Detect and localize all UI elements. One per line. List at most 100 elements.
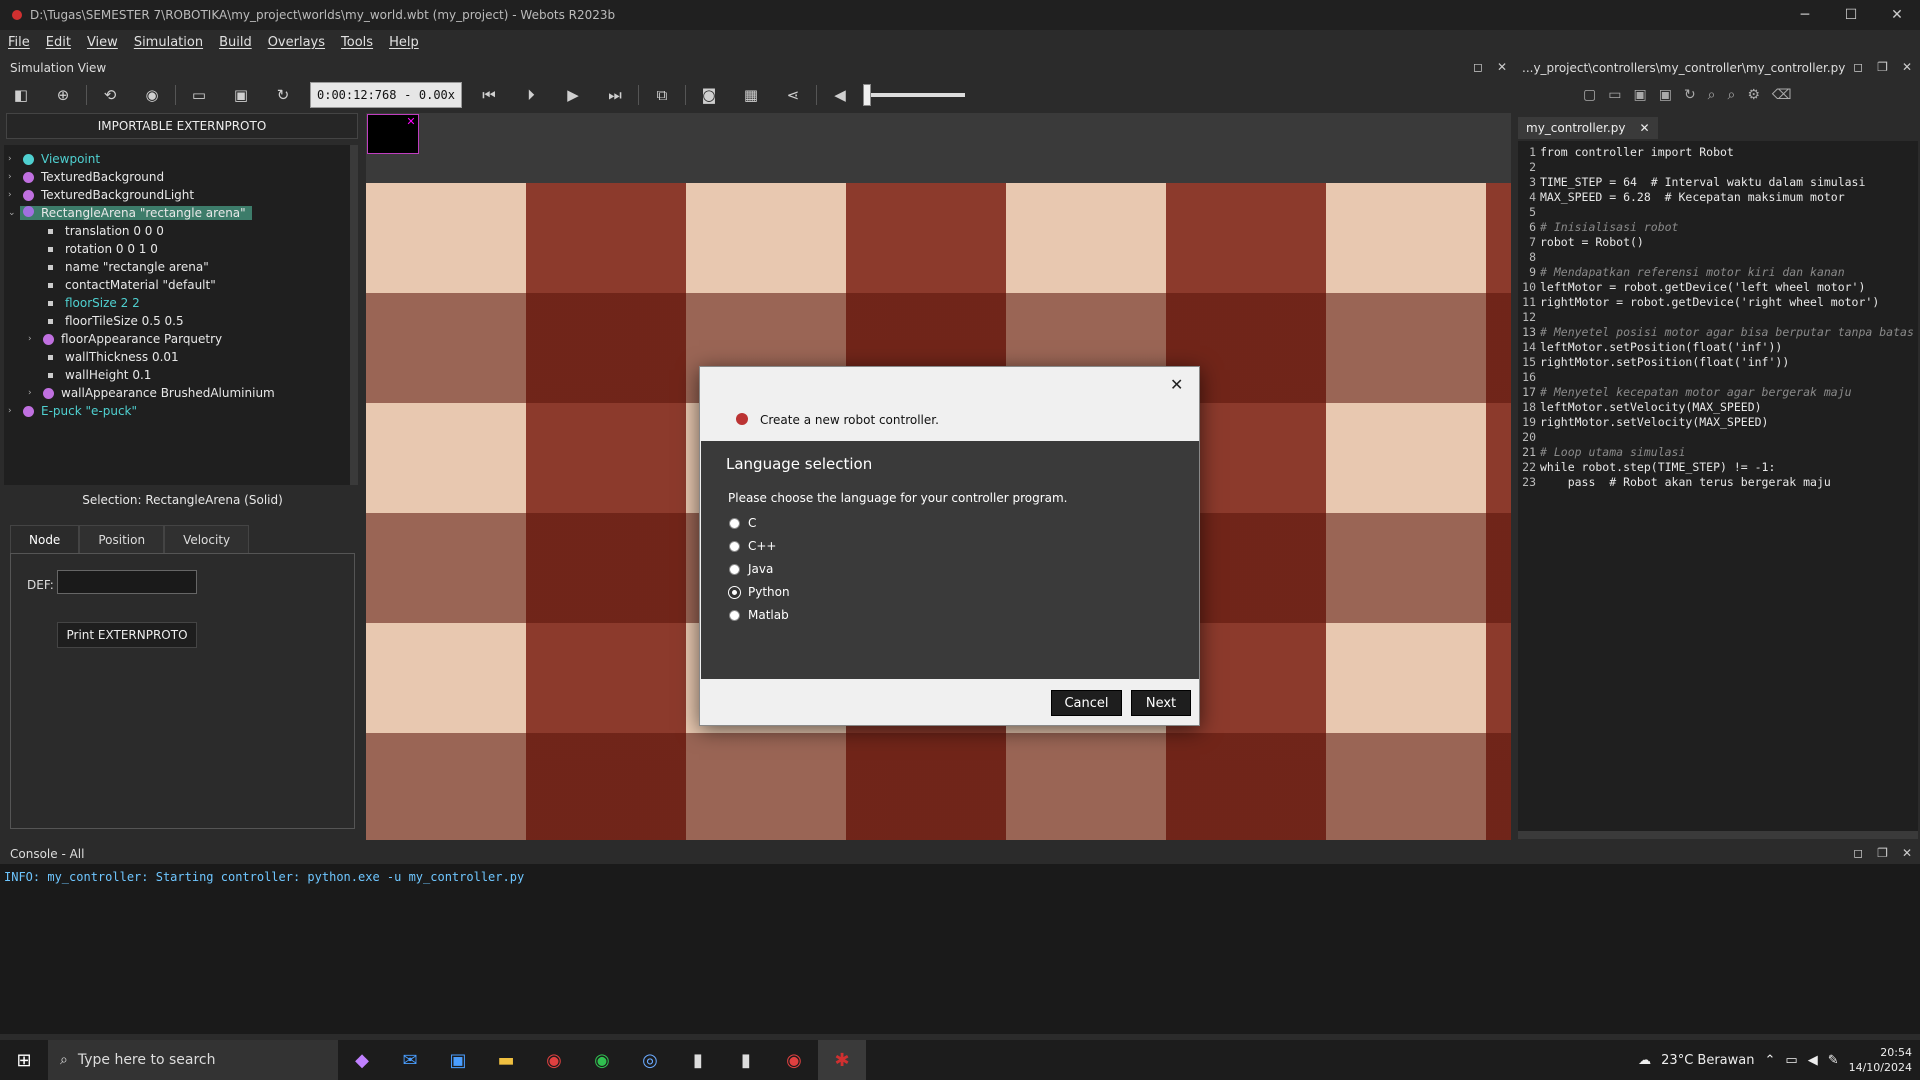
expand-arrow-icon[interactable]: › — [28, 388, 40, 398]
epic-games-icon[interactable]: ▮ — [674, 1040, 722, 1080]
rendering-toggle-icon[interactable]: ⧉ — [649, 84, 675, 106]
editor-scrollbar[interactable] — [1518, 831, 1918, 839]
step-icon[interactable]: ⏵ — [518, 84, 544, 106]
radio-matlab[interactable]: Matlab — [729, 608, 789, 622]
expand-arrow-icon[interactable]: › — [8, 190, 20, 200]
tab-position[interactable]: Position — [79, 525, 165, 553]
field-floor-size[interactable]: floorSize 2 2 — [48, 293, 140, 313]
importable-externproto-button[interactable]: IMPORTABLE EXTERNPROTO — [6, 113, 358, 139]
field-wall-height[interactable]: wallHeight 0.1 — [48, 365, 151, 385]
view-eye-icon[interactable]: ◉ — [139, 84, 165, 106]
tree-node-textured-background[interactable]: › TexturedBackground — [8, 167, 164, 187]
def-input[interactable] — [57, 570, 197, 594]
steam-icon[interactable]: ◎ — [626, 1040, 674, 1080]
field-wall-appearance[interactable]: › wallAppearance BrushedAluminium — [28, 383, 275, 403]
radio-python[interactable]: Python — [729, 585, 790, 599]
share-icon[interactable]: ⋖ — [780, 84, 806, 106]
scene-tree-scrollbar[interactable] — [350, 145, 358, 485]
collapse-arrow-icon[interactable]: ⌄ — [8, 208, 20, 218]
field-contact-material[interactable]: contactMaterial "default" — [48, 275, 216, 295]
open-world-icon[interactable]: ▭ — [186, 84, 212, 106]
expand-arrow-icon[interactable]: › — [8, 172, 20, 182]
close-panel-icon[interactable]: ✕ — [1902, 846, 1912, 860]
field-translation[interactable]: translation 0 0 0 — [48, 221, 164, 241]
movie-icon[interactable]: ▦ — [738, 84, 764, 106]
radio-indicator[interactable] — [729, 563, 740, 575]
screenshot-icon[interactable]: ◙ — [696, 84, 722, 106]
dialog-close-button[interactable]: ✕ — [1170, 375, 1183, 394]
cancel-button[interactable]: Cancel — [1051, 690, 1122, 716]
chevron-up-icon[interactable]: ⌃ — [1764, 1053, 1775, 1068]
file-explorer-icon[interactable]: ▬ — [482, 1040, 530, 1080]
close-panel-icon[interactable]: ✕ — [1497, 60, 1507, 74]
clean-icon[interactable]: ⌫ — [1772, 87, 1792, 103]
field-name[interactable]: name "rectangle arena" — [48, 257, 209, 277]
field-rotation[interactable]: rotation 0 0 1 0 — [48, 239, 158, 259]
store-icon[interactable]: ▣ — [434, 1040, 482, 1080]
radio-indicator[interactable] — [729, 609, 740, 621]
tree-node-viewpoint[interactable]: › Viewpoint — [8, 149, 100, 169]
volume-icon[interactable]: ◀ — [1808, 1053, 1818, 1068]
save-file-icon[interactable]: ▣ — [1633, 87, 1646, 103]
minimize-button[interactable]: ─ — [1782, 0, 1828, 30]
tree-node-rectangle-arena[interactable]: ⌄ RectangleArena "rectangle arena" — [8, 203, 252, 223]
replace-icon[interactable]: ⌕ — [1728, 87, 1736, 103]
float-panel-icon[interactable]: ◻ — [1853, 60, 1863, 74]
weather-text[interactable]: 23°C Berawan — [1661, 1053, 1754, 1068]
chrome-profile-icon[interactable]: ◉ — [770, 1040, 818, 1080]
radio-cpp[interactable]: C++ — [729, 539, 777, 553]
menu-build[interactable]: Build — [211, 35, 260, 50]
mail-icon[interactable]: ✉ — [386, 1040, 434, 1080]
reload-world-icon[interactable]: ↻ — [270, 84, 296, 106]
reset-simulation-icon[interactable]: ⏮ — [476, 84, 502, 106]
weather-icon[interactable]: ☁ — [1638, 1053, 1651, 1068]
menu-file[interactable]: File — [0, 35, 38, 50]
radio-indicator-selected[interactable] — [729, 586, 740, 598]
pen-icon[interactable]: ✎ — [1828, 1053, 1839, 1068]
maximize-button[interactable]: ☐ — [1828, 0, 1874, 30]
next-button[interactable]: Next — [1131, 690, 1191, 716]
tree-node-textured-background-light[interactable]: › TexturedBackgroundLight — [8, 185, 194, 205]
radio-java[interactable]: Java — [729, 562, 773, 576]
start-button[interactable]: ⊞ — [0, 1040, 48, 1080]
taskbar-search[interactable]: ⌕ Type here to search — [48, 1040, 338, 1080]
toggle-scene-tree-icon[interactable]: ◧ — [8, 84, 34, 106]
tab-velocity[interactable]: Velocity — [164, 525, 250, 553]
print-externproto-button[interactable]: Print EXTERNPROTO — [57, 622, 197, 648]
close-panel-icon[interactable]: ✕ — [1902, 60, 1912, 74]
open-file-icon[interactable]: ▭ — [1608, 87, 1621, 103]
save-world-icon[interactable]: ▣ — [228, 84, 254, 106]
console-output[interactable]: INFO: my_controller: Starting controller… — [0, 864, 1920, 1034]
new-file-icon[interactable]: ▢ — [1583, 87, 1596, 103]
camera-overlay[interactable]: ✕ — [367, 114, 419, 154]
expand-arrow-icon[interactable]: › — [28, 334, 40, 344]
restore-panel-icon[interactable]: ❐ — [1877, 60, 1888, 74]
spotify-icon[interactable]: ◉ — [578, 1040, 626, 1080]
copilot-icon[interactable]: ◆ — [338, 1040, 386, 1080]
save-as-icon[interactable]: ▣ — [1659, 87, 1672, 103]
code-area[interactable]: 1 from controller import Robot 2 3 TIME_STEP… — [1518, 141, 1918, 831]
mute-icon[interactable]: ◀ — [827, 84, 853, 106]
menu-edit[interactable]: Edit — [38, 35, 79, 50]
close-overlay-icon[interactable]: ✕ — [404, 115, 418, 129]
field-floor-tile-size[interactable]: floorTileSize 0.5 0.5 — [48, 311, 184, 331]
menu-help[interactable]: Help — [381, 35, 427, 50]
editor-tab[interactable]: my_controller.py ✕ — [1518, 117, 1658, 139]
menu-view[interactable]: View — [79, 35, 126, 50]
find-icon[interactable]: ⌕ — [1708, 87, 1716, 103]
epic-games-icon-2[interactable]: ▮ — [722, 1040, 770, 1080]
float-panel-icon[interactable]: ◻ — [1853, 846, 1863, 860]
field-floor-appearance[interactable]: › floorAppearance Parquetry — [28, 329, 222, 349]
volume-slider[interactable] — [863, 84, 965, 106]
field-wall-thickness[interactable]: wallThickness 0.01 — [48, 347, 179, 367]
radio-indicator[interactable] — [729, 540, 740, 552]
expand-arrow-icon[interactable]: › — [8, 406, 20, 416]
tree-node-epuck[interactable]: › E-puck "e-puck" — [8, 401, 137, 421]
radio-c[interactable]: C — [729, 516, 756, 530]
menu-simulation[interactable]: Simulation — [126, 35, 211, 50]
reset-viewpoint-icon[interactable]: ⟲ — [97, 84, 123, 106]
network-icon[interactable]: ▭ — [1785, 1053, 1797, 1068]
add-node-icon[interactable]: ⊕ — [50, 84, 76, 106]
restore-panel-icon[interactable]: ❐ — [1877, 846, 1888, 860]
clock[interactable]: 20:54 14/10/2024 — [1849, 1045, 1912, 1075]
